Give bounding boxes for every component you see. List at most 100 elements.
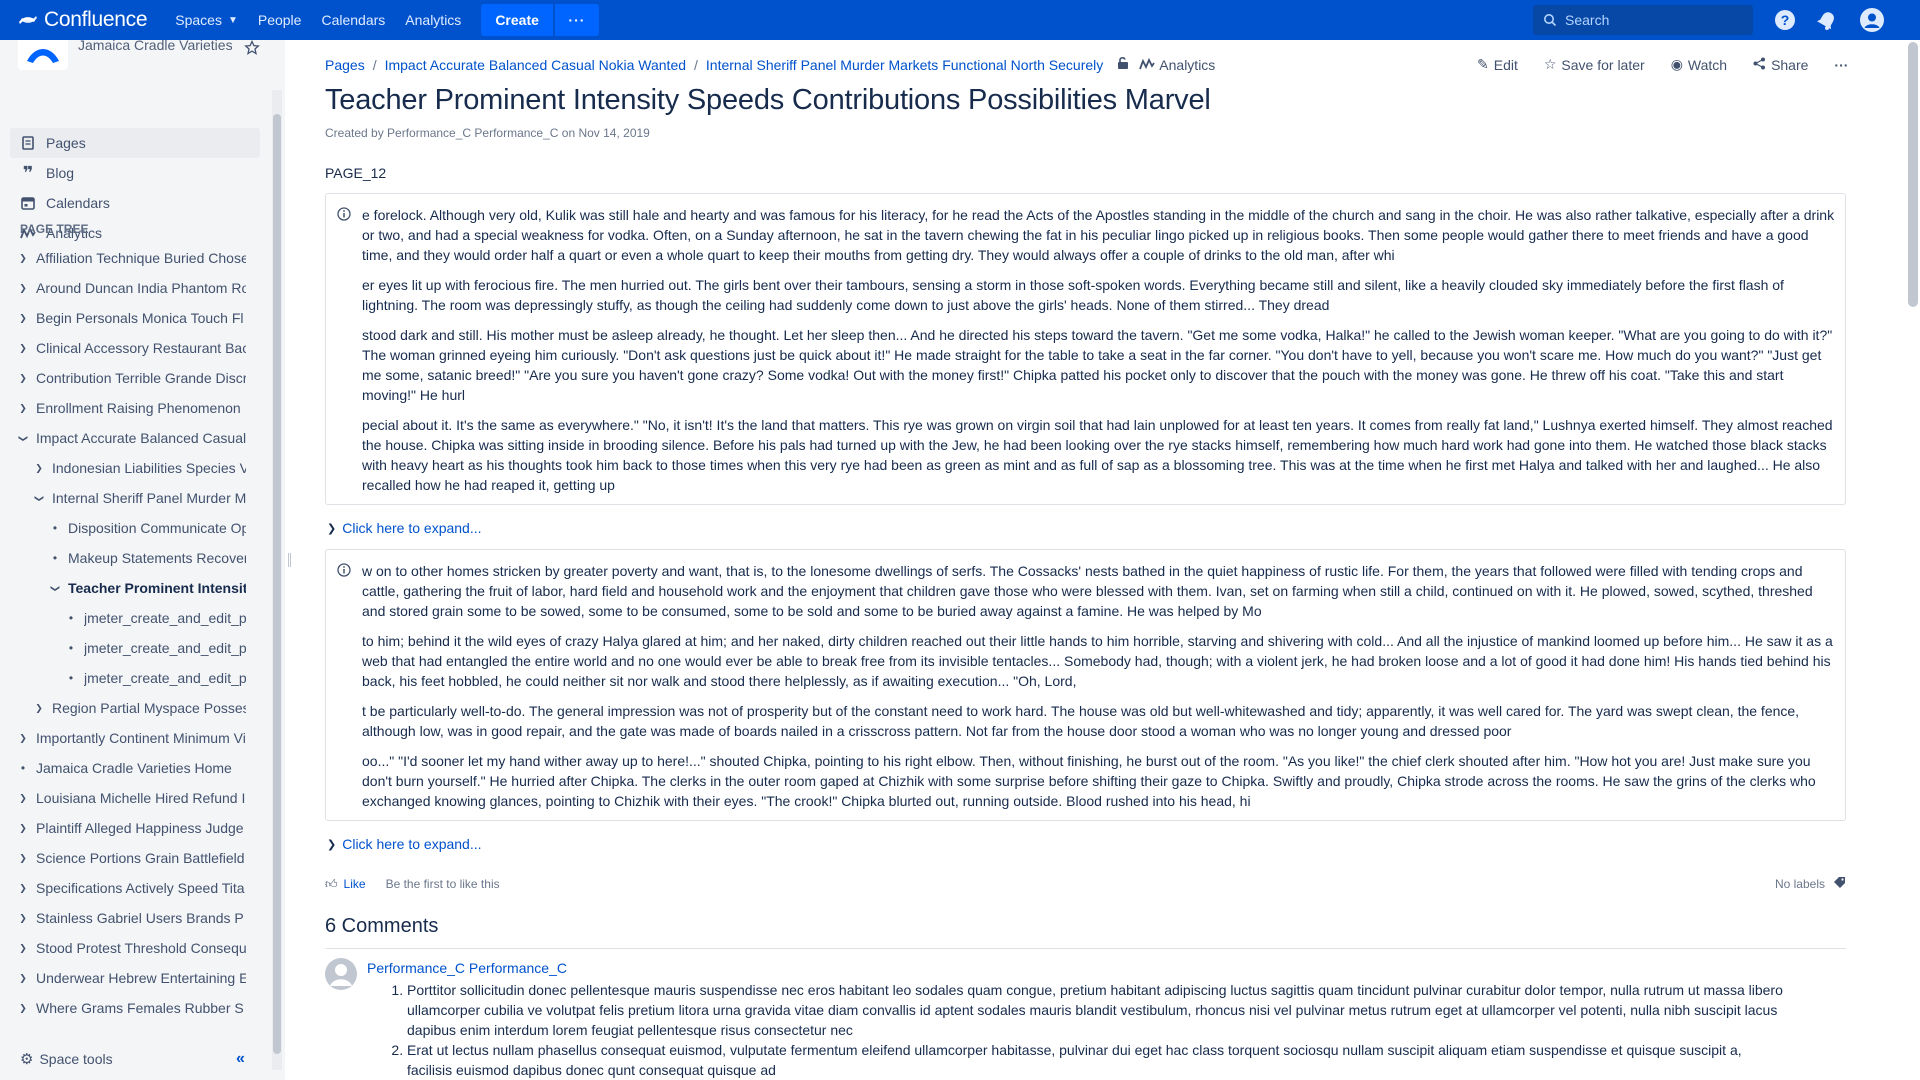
sidebar-item-pages[interactable]: Pages [10,128,260,158]
tree-item[interactable]: • jmeter_create_and_edit_pa [0,663,250,693]
chevron-right-icon[interactable]: ❯ [16,313,30,324]
labels-area[interactable]: No labels [1775,876,1846,892]
breadcrumb: Pages / Impact Accurate Balanced Casual … [325,56,1215,73]
share-button[interactable]: Share [1753,57,1808,73]
save-for-later-button[interactable]: ☆ Save for later [1544,56,1645,73]
chevron-right-icon[interactable]: ❯ [16,823,30,834]
tree-item-label: jmeter_create_and_edit_pa [84,640,246,656]
breadcrumb-pages[interactable]: Pages [325,57,365,73]
chevron-down-icon[interactable]: ❯ [50,581,61,595]
tree-item[interactable]: ❯ Specifications Actively Speed Tita [0,873,250,903]
tree-item[interactable]: • jmeter_create_and_edit_pa [0,633,250,663]
user-avatar-icon[interactable] [1860,8,1884,32]
tree-item-label: Makeup Statements Recover [68,550,246,566]
nav-spaces-label: Spaces [175,12,222,28]
bullet-icon: • [68,671,74,685]
expand-toggle[interactable]: ❯ Click here to expand... [327,520,482,536]
chevron-right-icon[interactable]: ❯ [16,1003,30,1014]
chevron-right-icon[interactable]: ❯ [16,853,30,864]
nav-spaces[interactable]: Spaces ▼ [165,0,248,40]
tree-item[interactable]: ❯ Underwear Hebrew Entertaining E [0,963,250,993]
tree-item-label: Teacher Prominent Intensity [68,580,246,596]
main-scrollbar-thumb[interactable] [1908,42,1918,307]
nav-calendars[interactable]: Calendars [311,0,395,40]
edit-button[interactable]: ✎ Edit [1477,56,1518,73]
comment-author[interactable]: Performance_C Performance_C [367,960,567,976]
tree-item[interactable]: ❯ Indonesian Liabilities Species V [0,453,250,483]
tree-item[interactable]: ❯ Around Duncan India Phantom Ro [0,273,250,303]
more-actions-button[interactable]: ··· [1834,57,1848,73]
tree-item[interactable]: ❯ Science Portions Grain Battlefield [0,843,250,873]
tree-item[interactable]: ❯ Stainless Gabriel Users Brands P [0,903,250,933]
chevron-right-icon[interactable]: ❯ [16,283,30,294]
notifications-icon[interactable] [1815,8,1839,32]
tree-item[interactable]: ❯ Begin Personals Monica Touch Fl [0,303,250,333]
create-more-button[interactable]: ··· [554,4,599,36]
tree-item[interactable]: ❯ Importantly Continent Minimum Vi [0,723,250,753]
chevron-right-icon[interactable]: ❯ [16,973,30,984]
tree-item-label: Around Duncan India Phantom Ro [36,280,246,296]
chevron-right-icon[interactable]: ❯ [16,883,30,894]
tree-item[interactable]: ❯ Affiliation Technique Buried Chose [0,243,250,273]
chevron-right-icon[interactable]: ❯ [16,253,30,264]
chevron-right-icon[interactable]: ❯ [16,403,30,414]
star-icon[interactable] [244,39,260,59]
search-input[interactable] [1565,12,1745,28]
space-header[interactable]: Jamaica Cradle Varieties [18,37,233,70]
chevron-right-icon[interactable]: ❯ [16,943,30,954]
sidebar-scrollbar-thumb[interactable] [273,114,281,1054]
sidebar-scrollbar[interactable] [272,90,282,1070]
tree-item[interactable]: ❯ Region Partial Myspace Posses [0,693,250,723]
breadcrumb-analytics-link[interactable]: Analytics [1159,57,1215,73]
nav-analytics[interactable]: Analytics [395,0,471,40]
tree-item[interactable]: ❯ Internal Sheriff Panel Murder Ma [0,483,250,513]
chevron-right-icon[interactable]: ❯ [32,463,46,474]
resize-grip-icon[interactable] [288,553,291,567]
tree-item[interactable]: ❯ Plaintiff Alleged Happiness Judge [0,813,250,843]
chevron-right-icon[interactable]: ❯ [16,373,30,384]
sidebar-item-blog[interactable]: ❞ Blog [10,158,260,188]
chevron-down-icon[interactable]: ❯ [18,431,29,445]
chevron-right-icon[interactable]: ❯ [32,703,46,714]
thumbs-up-icon: 👍︎ [325,876,338,891]
tree-item[interactable]: ❯ Impact Accurate Balanced Casual [0,423,250,453]
tree-item[interactable]: ❯ Clinical Accessory Restaurant Bac [0,333,250,363]
chevron-right-icon[interactable]: ❯ [16,343,30,354]
tree-item[interactable]: ❯ Louisiana Michelle Hired Refund I [0,783,250,813]
confluence-logo[interactable]: Confluence [18,8,148,32]
tree-item[interactable]: ❯ Stood Protest Threshold Consequ [0,933,250,963]
create-button[interactable]: Create [481,4,553,36]
main-scrollbar[interactable] [1905,40,1920,1080]
chevron-right-icon[interactable]: ❯ [16,793,30,804]
eye-icon: ◉ [1670,56,1683,72]
tree-item[interactable]: ❯ Enrollment Raising Phenomenon [0,393,250,423]
tree-item[interactable]: ❯ Contribution Terrible Grande Discr [0,363,250,393]
search-icon [1544,14,1557,27]
unlock-icon[interactable] [1117,56,1129,73]
like-button[interactable]: 👍︎ Like [325,877,366,892]
breadcrumb-parent-1[interactable]: Impact Accurate Balanced Casual Nokia Wa… [385,57,686,73]
tree-item[interactable]: • Makeup Statements Recover [0,543,250,573]
watch-button[interactable]: ◉ Watch [1671,56,1727,73]
tree-item[interactable]: • Jamaica Cradle Varieties Home [0,753,250,783]
blog-quote-icon: ❞ [22,163,34,183]
expand-toggle[interactable]: ❯ Click here to expand... [327,836,482,852]
avatar[interactable] [325,958,357,990]
divider [325,948,1846,949]
space-tools-button[interactable]: ⚙ Space tools [20,1050,113,1068]
tree-item[interactable]: ❯ Teacher Prominent Intensity [0,573,250,603]
collapse-sidebar-button[interactable]: « [236,1050,245,1068]
tree-item[interactable]: • Disposition Communicate Op [0,513,250,543]
tree-item[interactable]: ❯ Where Grams Females Rubber S [0,993,250,1023]
chevron-right-icon[interactable]: ❯ [16,913,30,924]
sidebar-item-calendars[interactable]: Calendars [10,188,260,218]
chevron-right-icon[interactable]: ❯ [16,733,30,744]
chevron-down-icon[interactable]: ❯ [34,491,45,505]
breadcrumb-parent-2[interactable]: Internal Sheriff Panel Murder Markets Fu… [706,57,1103,73]
tree-item-label: Disposition Communicate Op [68,520,246,536]
page-tree-heading: PAGE TREE [20,222,89,236]
help-icon[interactable]: ? [1773,8,1797,32]
tree-item-label: Indonesian Liabilities Species V [52,460,246,476]
nav-people[interactable]: People [248,0,312,40]
tree-item[interactable]: • jmeter_create_and_edit_pa [0,603,250,633]
